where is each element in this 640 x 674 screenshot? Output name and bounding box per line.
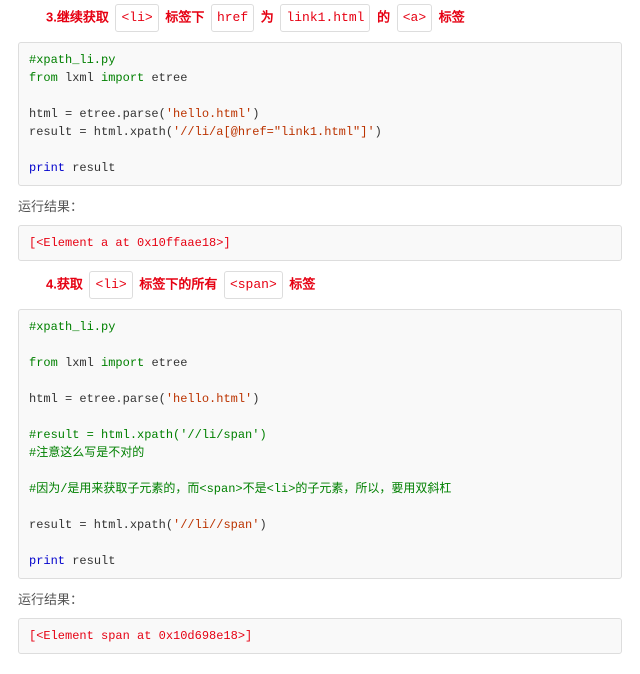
code-text: ) [252, 392, 259, 406]
span-tag-pill: <span> [224, 271, 283, 299]
code-text: ) [252, 107, 259, 121]
code-text: html = etree.parse( [29, 107, 166, 121]
code-text: html = etree.parse( [29, 392, 166, 406]
code-text: etree [144, 356, 187, 370]
heading-text: 标签 [439, 9, 465, 24]
code-string: 'hello.html' [166, 392, 252, 406]
code-keyword: import [101, 71, 144, 85]
heading-text: 标签 [289, 276, 315, 291]
code-keyword: print [29, 161, 65, 175]
code-text: ) [375, 125, 382, 139]
code-keyword: from [29, 71, 58, 85]
code-comment: #注意这么写是不对的 [29, 446, 144, 460]
code-text: result [65, 554, 115, 568]
a-tag-pill: <a> [397, 4, 432, 32]
section-4-heading: 4.获取 <li> 标签下的所有 <span> 标签 [46, 271, 622, 299]
code-keyword: import [101, 356, 144, 370]
code-text: etree [144, 71, 187, 85]
heading-text: 4.获取 [46, 276, 83, 291]
code-string: '//li/a[@href="link1.html"]' [173, 125, 375, 139]
result-block-4: [<Element span at 0x10d698e18>] [18, 618, 622, 654]
li-tag-pill: <li> [89, 271, 132, 299]
section-3-heading: 3.继续获取 <li> 标签下 href 为 link1.html 的 <a> … [46, 4, 622, 32]
code-text: lxml [58, 71, 101, 85]
code-text: result = html.xpath( [29, 518, 173, 532]
code-text: ) [259, 518, 266, 532]
heading-text: 标签下的所有 [139, 276, 217, 291]
heading-text: 的 [377, 9, 390, 24]
code-text: result = html.xpath( [29, 125, 173, 139]
heading-text: 3.继续获取 [46, 9, 109, 24]
code-keyword: print [29, 554, 65, 568]
run-result-label: 运行结果： [18, 589, 622, 608]
heading-text: 标签下 [165, 9, 204, 24]
code-text: lxml [58, 356, 101, 370]
code-string: '//li//span' [173, 518, 259, 532]
code-keyword: from [29, 356, 58, 370]
code-comment: #result = html.xpath('//li/span') [29, 428, 267, 442]
code-comment: #xpath_li.py [29, 53, 115, 67]
result-block-3: [<Element a at 0x10ffaae18>] [18, 225, 622, 261]
code-block-4: #xpath_li.py from lxml import etree html… [18, 309, 622, 579]
code-text: result [65, 161, 115, 175]
heading-text: 为 [261, 9, 274, 24]
code-comment: #因为/是用来获取子元素的，而<span>不是<li>的子元素，所以，要用双斜杠 [29, 482, 451, 496]
code-string: 'hello.html' [166, 107, 252, 121]
li-tag-pill: <li> [115, 4, 158, 32]
run-result-label: 运行结果： [18, 196, 622, 215]
code-comment: #xpath_li.py [29, 320, 115, 334]
code-block-3: #xpath_li.py from lxml import etree html… [18, 42, 622, 186]
link1-pill: link1.html [280, 4, 370, 32]
href-pill: href [211, 4, 254, 32]
